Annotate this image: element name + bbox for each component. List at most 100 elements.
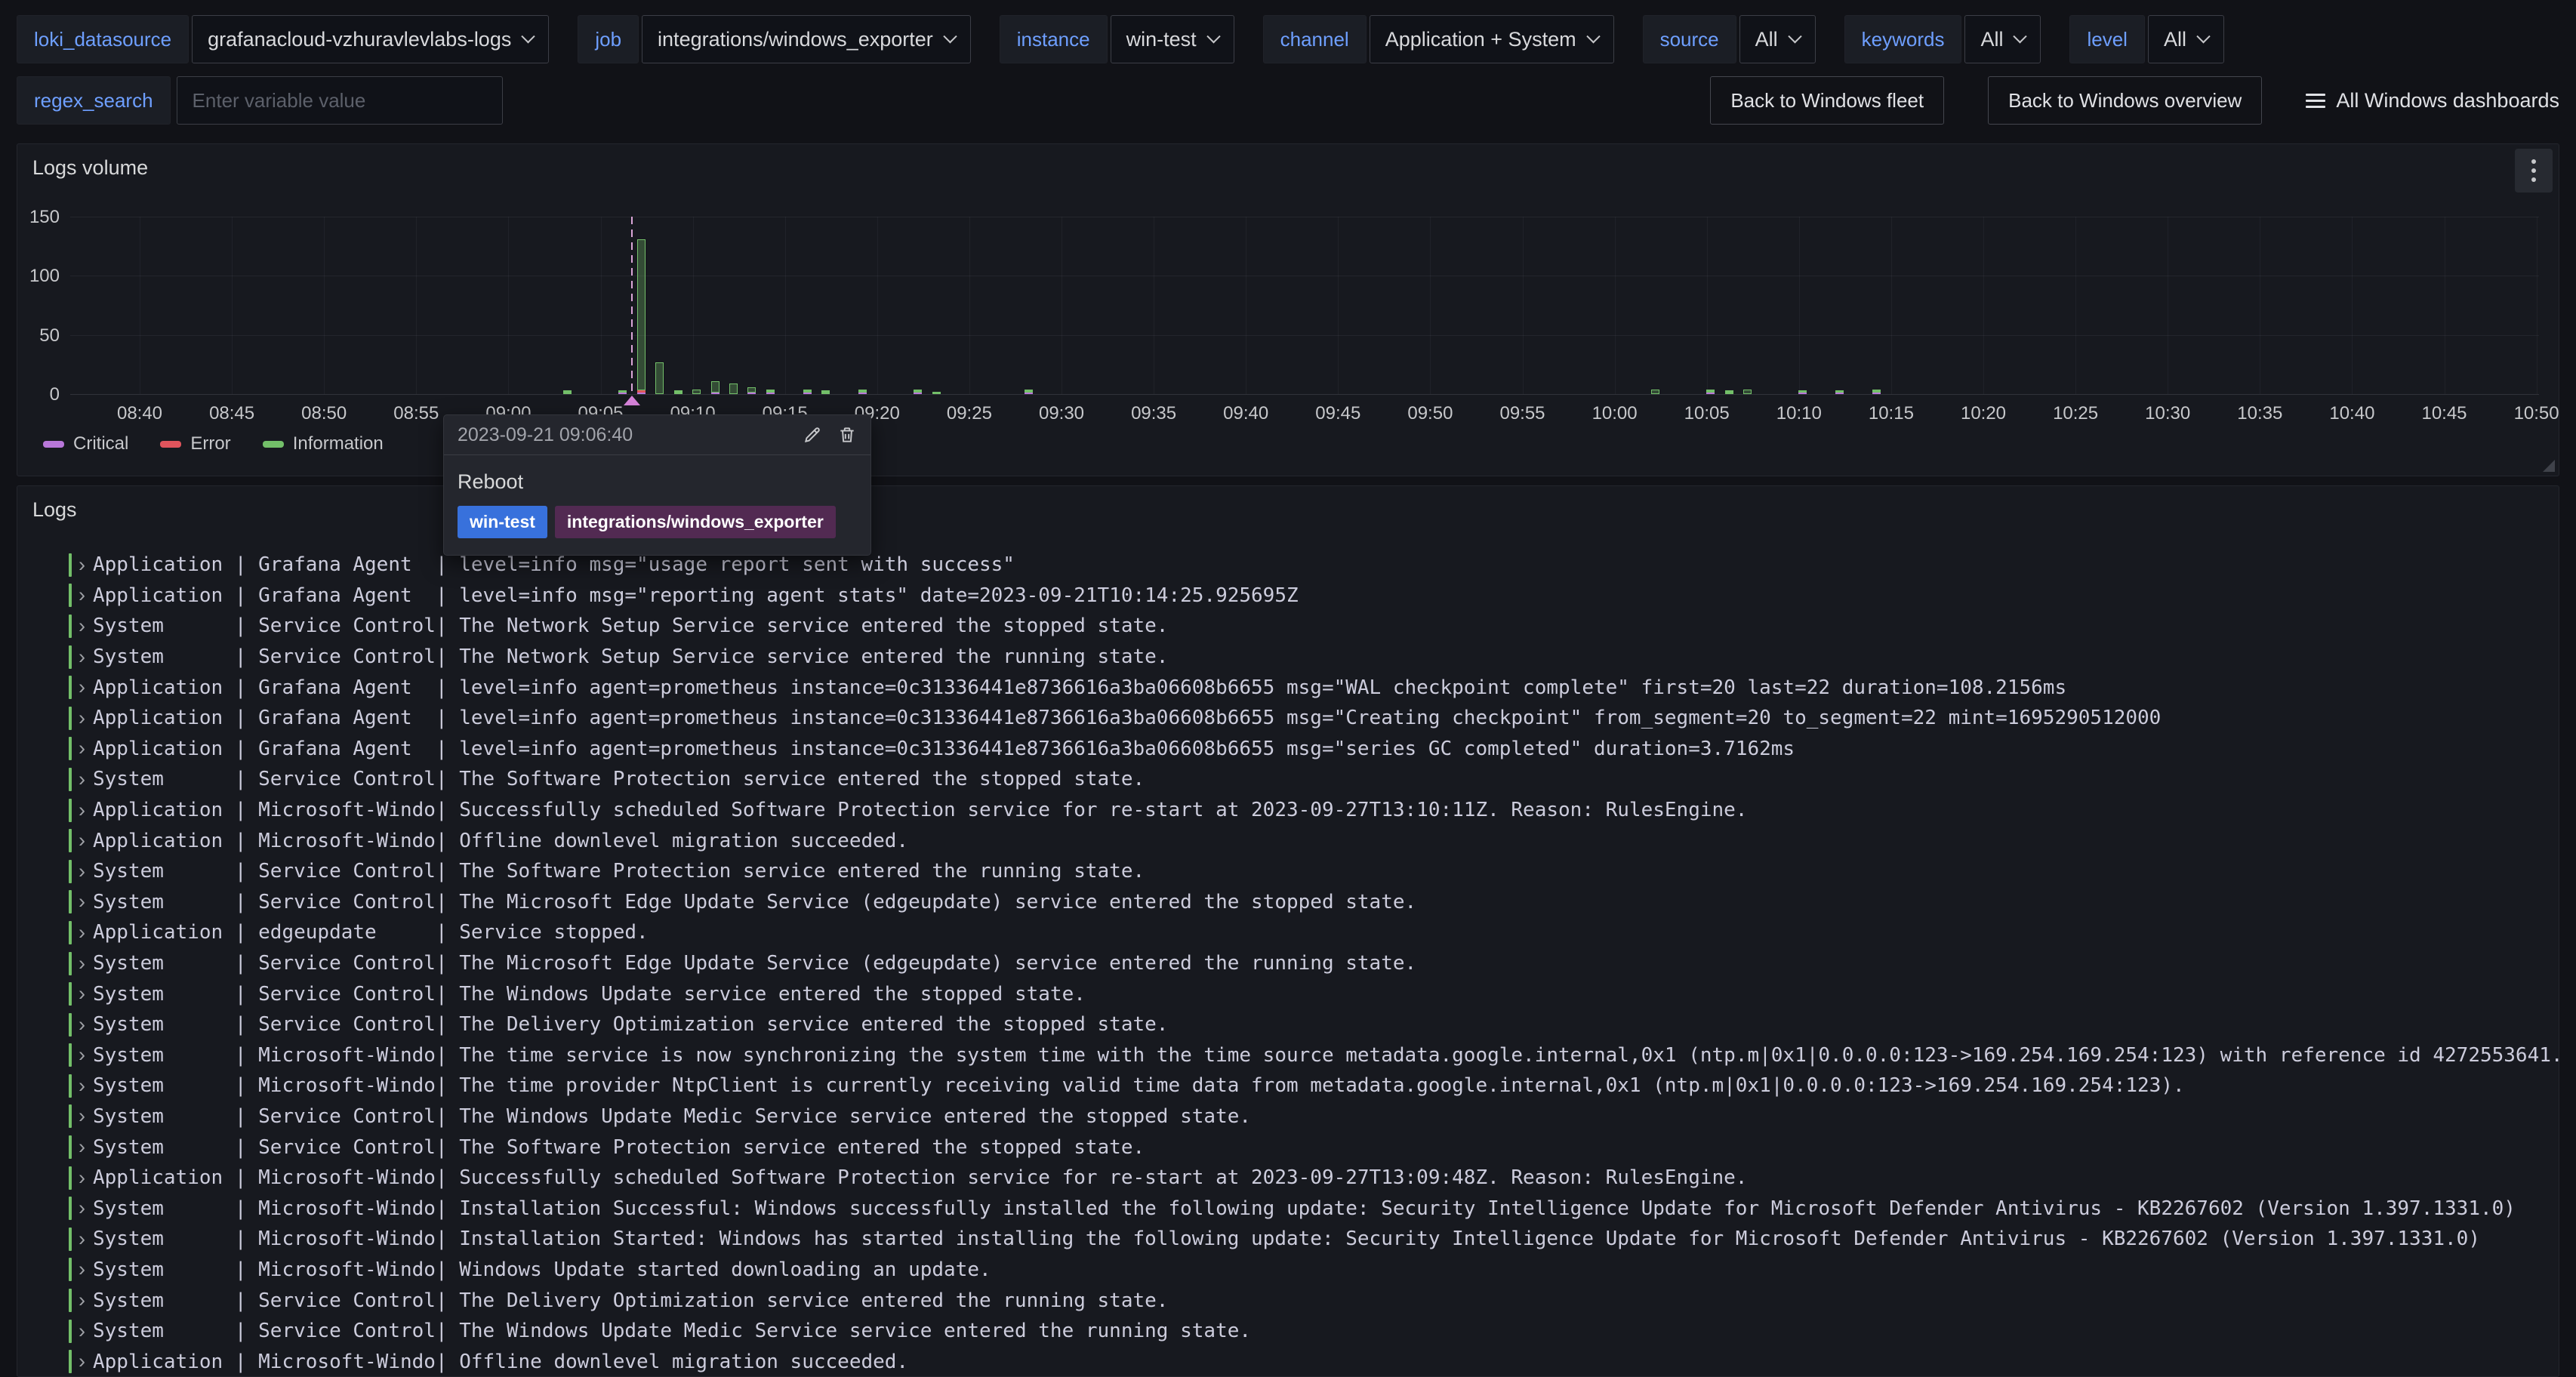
log-row[interactable]: ›System | Microsoft-Windo| Windows Updat…: [17, 1255, 2559, 1286]
x-gridline: [1338, 217, 1339, 394]
logs-volume-panel: Logs volume 05010015008:4008:4508:5008:5…: [17, 143, 2559, 476]
x-gridline: [877, 217, 878, 394]
log-row[interactable]: ›Application | edgeupdate | Service stop…: [17, 917, 2559, 948]
variable-label-level: level: [2069, 15, 2144, 63]
variable-select-channel[interactable]: Application + System: [1370, 15, 1614, 63]
x-gridline: [324, 217, 325, 394]
log-row[interactable]: ›Application | Microsoft-Windo| Offline …: [17, 1346, 2559, 1377]
legend-item-error[interactable]: Error: [160, 433, 230, 454]
bar-information: [1025, 390, 1033, 393]
legend-label: Critical: [73, 433, 128, 454]
log-line-text: Application | Grafana Agent | level=info…: [93, 553, 1015, 576]
bar-information: [1706, 390, 1715, 393]
x-axis-tick-label: 10:50: [2514, 403, 2559, 424]
log-row[interactable]: ›Application | Microsoft-Windo| Offline …: [17, 825, 2559, 856]
annotation-tag-instance[interactable]: win-test: [458, 506, 547, 538]
log-row[interactable]: ›System | Microsoft-Windo| Installation …: [17, 1193, 2559, 1224]
log-row[interactable]: ›Application | Microsoft-Windo| Successf…: [17, 1163, 2559, 1194]
x-axis-tick-label: 10:30: [2145, 403, 2190, 424]
variable-select-level[interactable]: All: [2148, 15, 2224, 63]
log-line-text: System | Service Control| The Delivery O…: [93, 1289, 1168, 1312]
log-level-indicator: [69, 1013, 72, 1037]
log-line-text: Application | Grafana Agent | level=info…: [93, 676, 2066, 699]
bar-information: [1798, 390, 1807, 393]
x-axis-tick-label: 10:35: [2237, 403, 2282, 424]
log-level-indicator: [69, 768, 72, 791]
log-level-indicator: [69, 1135, 72, 1159]
annotation-marker-icon[interactable]: [624, 396, 640, 405]
log-row[interactable]: ›System | Service Control| The Windows U…: [17, 1101, 2559, 1132]
log-row[interactable]: ›System | Microsoft-Windo| Installation …: [17, 1224, 2559, 1255]
log-level-indicator: [69, 1320, 72, 1343]
log-row[interactable]: ›System | Microsoft-Windo| The time serv…: [17, 1040, 2559, 1071]
x-gridline: [785, 217, 786, 394]
log-line-text: System | Service Control| The Microsoft …: [93, 891, 1416, 913]
variable-label-keywords: keywords: [1844, 15, 1962, 63]
log-row[interactable]: ›Application | Grafana Agent | level=inf…: [17, 672, 2559, 703]
y-axis-tick-label: 0: [17, 384, 60, 405]
log-row[interactable]: ›System | Service Control| The Windows U…: [17, 978, 2559, 1009]
log-row[interactable]: ›System | Service Control| The Microsoft…: [17, 948, 2559, 979]
bar-information: [563, 390, 572, 394]
delete-annotation-trash-icon[interactable]: [837, 425, 857, 445]
annotation-tag-job[interactable]: integrations/windows_exporter: [555, 506, 836, 538]
variable-label-loki_datasource: loki_datasource: [17, 15, 189, 63]
log-line-text: System | Service Control| The Software P…: [93, 768, 1145, 790]
x-gridline: [416, 217, 417, 394]
legend-item-information[interactable]: Information: [263, 433, 384, 454]
chevron-down-icon: [1788, 29, 1801, 43]
log-row[interactable]: ›System | Service Control| The Windows U…: [17, 1316, 2559, 1347]
panel-resize-handle[interactable]: [2543, 460, 2555, 472]
variable-select-source[interactable]: All: [1739, 15, 1816, 63]
back-to-windows-fleet-button[interactable]: Back to Windows fleet: [1710, 76, 1944, 125]
log-level-indicator: [69, 645, 72, 669]
log-line-text: System | Microsoft-Windo| Installation S…: [93, 1228, 2480, 1250]
variable-value: All: [1980, 28, 2003, 51]
log-row[interactable]: ›System | Service Control| The Network S…: [17, 611, 2559, 642]
back-to-windows-overview-button[interactable]: Back to Windows overview: [1988, 76, 2262, 125]
regex-search-input[interactable]: [177, 76, 503, 125]
log-row[interactable]: ›System | Microsoft-Windo| The time prov…: [17, 1070, 2559, 1101]
variable-select-job[interactable]: integrations/windows_exporter: [642, 15, 971, 63]
bar-information: [858, 390, 867, 393]
x-axis-tick-label: 09:50: [1407, 403, 1453, 424]
legend-item-critical[interactable]: Critical: [43, 433, 128, 454]
log-row[interactable]: ›Application | Grafana Agent | level=inf…: [17, 734, 2559, 765]
edit-annotation-pencil-icon[interactable]: [803, 425, 822, 445]
bar-information: [618, 390, 627, 393]
all-windows-dashboards-link[interactable]: All Windows dashboards: [2306, 89, 2559, 112]
y-gridline: [70, 394, 2539, 395]
log-row[interactable]: ›System | Service Control| The Software …: [17, 764, 2559, 795]
variable-select-loki_datasource[interactable]: grafanacloud-vzhuravlevlabs-logs: [192, 15, 549, 63]
bar-error: [637, 390, 646, 393]
x-gridline: [1615, 217, 1616, 394]
log-row[interactable]: ›System | Service Control| The Microsoft…: [17, 887, 2559, 918]
log-row[interactable]: ›System | Service Control| The Software …: [17, 1132, 2559, 1163]
log-row[interactable]: ›System | Service Control| The Software …: [17, 856, 2559, 887]
log-row[interactable]: ›System | Service Control| The Delivery …: [17, 1009, 2559, 1040]
log-line-text: Application | Microsoft-Windo| Successfu…: [93, 1166, 1747, 1189]
variable-select-instance[interactable]: win-test: [1111, 15, 1234, 63]
x-axis-tick-label: 08:55: [393, 403, 439, 424]
log-row[interactable]: ›Application | Grafana Agent | level=inf…: [17, 581, 2559, 611]
chart-legend: Critical Error Information: [43, 433, 384, 454]
log-row[interactable]: ›System | Service Control| The Network S…: [17, 642, 2559, 673]
log-row[interactable]: ›Application | Microsoft-Windo| Successf…: [17, 795, 2559, 826]
variable-select-keywords[interactable]: All: [1964, 15, 2041, 63]
y-gridline: [70, 335, 2539, 336]
log-row[interactable]: ›Application | Grafana Agent | level=inf…: [17, 550, 2559, 581]
log-row[interactable]: ›System | Service Control| The Delivery …: [17, 1285, 2559, 1316]
logs-panel-title: Logs: [32, 498, 77, 522]
log-level-indicator: [69, 982, 72, 1006]
x-gridline: [601, 217, 602, 394]
log-line-text: System | Service Control| The Windows Up…: [93, 983, 1086, 1006]
log-level-indicator: [69, 1289, 72, 1312]
log-row[interactable]: ›Application | Grafana Agent | level=inf…: [17, 703, 2559, 734]
hamburger-icon: [2306, 94, 2325, 108]
legend-swatch-icon: [263, 441, 284, 448]
log-level-indicator: [69, 890, 72, 913]
x-gridline: [2352, 217, 2353, 394]
variable-group-instance: instancewin-test: [1000, 15, 1234, 63]
toolbar-row: regex_search Back to Windows fleet Back …: [17, 76, 2559, 125]
chevron-down-icon: [1206, 29, 1220, 43]
